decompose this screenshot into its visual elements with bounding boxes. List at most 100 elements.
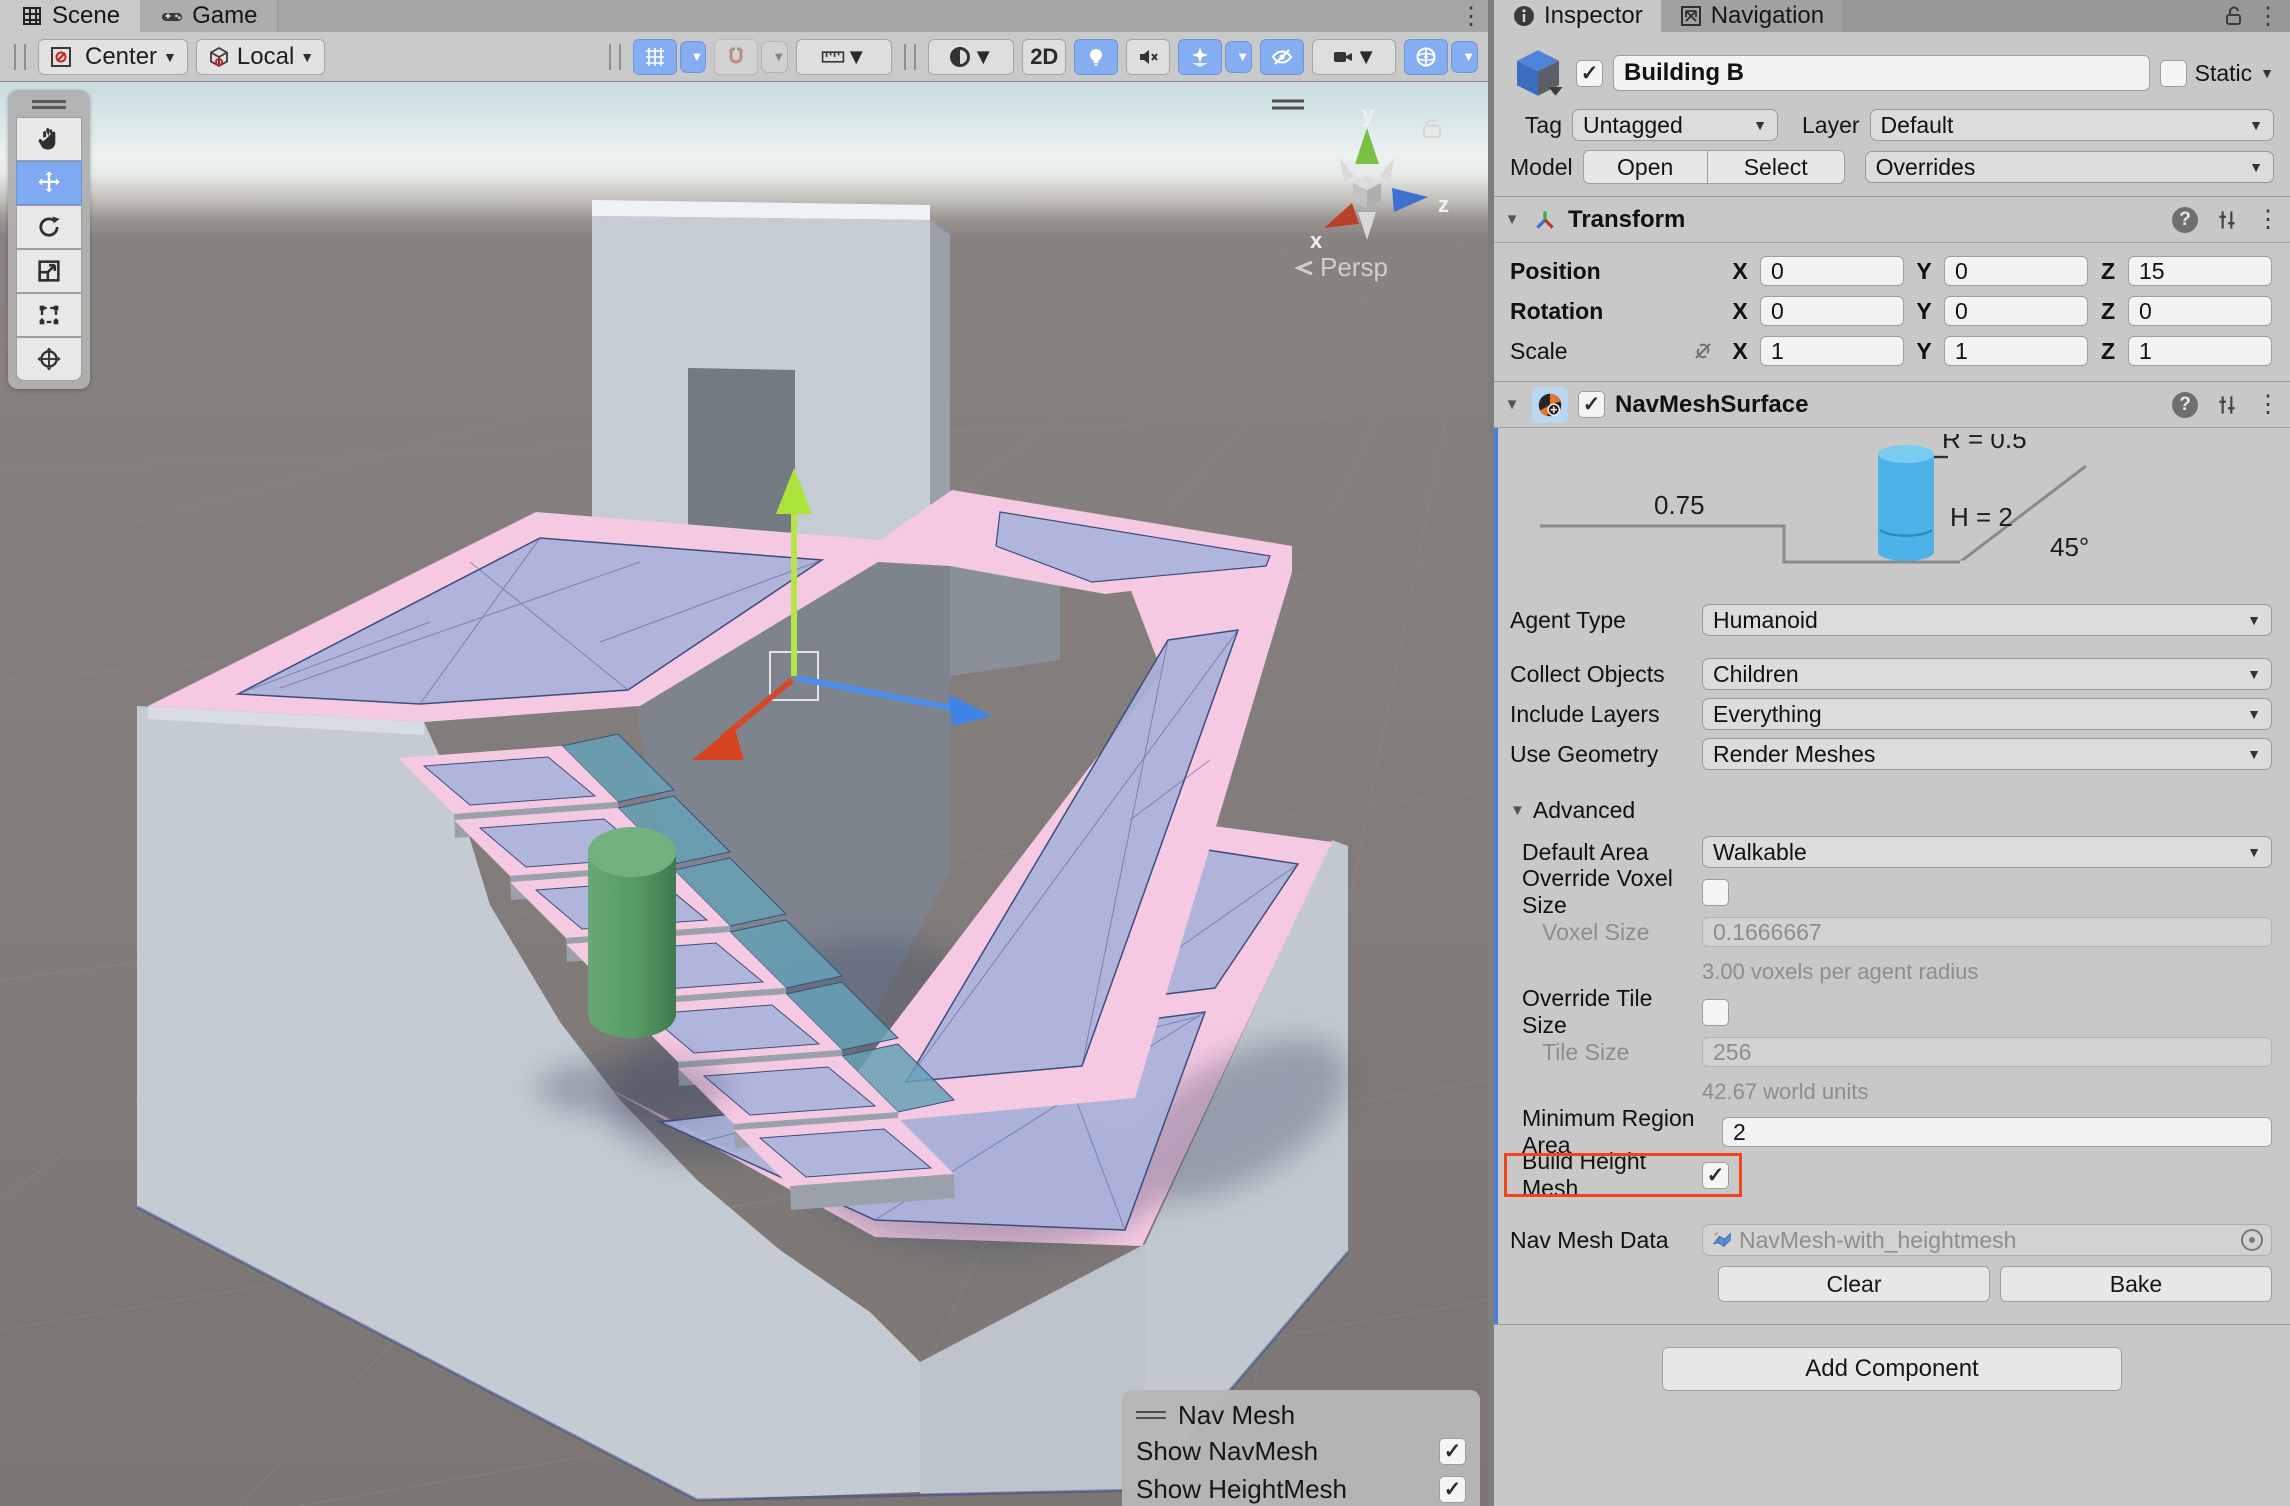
draw-mode-button[interactable]: ▼	[928, 39, 1014, 75]
navigation-icon	[1679, 4, 1703, 28]
gameobject-name-field[interactable]: Building B	[1613, 55, 2150, 91]
voxel-size-row: Voxel Size 0.1666667	[1494, 912, 2290, 952]
audio-muted-icon	[1136, 45, 1160, 69]
presets-icon[interactable]	[2214, 392, 2240, 418]
advanced-label: Advanced	[1533, 797, 1635, 824]
move-icon	[35, 169, 63, 197]
voxel-helper-text: 3.00 voxels per agent radius	[1702, 959, 1978, 985]
inspector-menu-icon[interactable]: ⋮	[2256, 2, 2280, 31]
min-region-field[interactable]: 2	[1722, 1117, 2272, 1147]
chevron-down-icon: ▼	[972, 44, 994, 70]
component-menu-icon[interactable]: ⋮	[2256, 205, 2280, 234]
advanced-foldout[interactable]: ▼ Advanced	[1494, 788, 2290, 832]
diagram-radius-label: R = 0.5	[1942, 434, 2027, 454]
rotation-x-field[interactable]: 0	[1760, 296, 1904, 326]
rotation-y-field[interactable]: 0	[1944, 296, 2088, 326]
audio-toggle-button[interactable]	[1126, 39, 1170, 75]
scene-viewport[interactable]: y z x Persp	[0, 82, 1488, 1506]
tile-size-label: Tile Size	[1542, 1039, 1702, 1066]
tab-game[interactable]: Game	[140, 0, 278, 32]
tab-scene-label: Scene	[52, 2, 120, 30]
rect-tool[interactable]	[16, 293, 82, 337]
tab-inspector[interactable]: Inspector	[1494, 0, 1661, 32]
tools-overlay-handle[interactable]	[32, 100, 66, 109]
object-picker-icon[interactable]	[2241, 1229, 2263, 1251]
help-icon[interactable]: ?	[2172, 392, 2198, 418]
agent-type-dropdown[interactable]: Humanoid▼	[1702, 604, 2272, 636]
foldout-icon[interactable]: ▼	[1502, 211, 1522, 228]
scale-z-field[interactable]: 1	[2128, 336, 2272, 366]
snap-button[interactable]	[714, 39, 758, 75]
prefab-icon[interactable]	[1510, 45, 1566, 101]
snap-increment-button[interactable]: ▼	[796, 39, 892, 75]
position-z-field[interactable]: 15	[2128, 256, 2272, 286]
static-checkbox[interactable]	[2160, 60, 2187, 87]
axis-x: X	[1728, 258, 1752, 285]
transform-tool[interactable]	[16, 337, 82, 381]
gizmos-options-dropdown[interactable]: ▼	[1451, 41, 1478, 73]
2d-toggle-button[interactable]: 2D	[1022, 39, 1066, 75]
view-hand-tool[interactable]	[16, 117, 82, 161]
tile-size-field: 256	[1702, 1037, 2272, 1067]
snap-options-dropdown[interactable]: ▼	[761, 41, 788, 73]
pivot-icon	[49, 45, 73, 69]
overrides-dropdown[interactable]: Overrides▼	[1865, 151, 2274, 183]
transform-header[interactable]: ▼ Transform ? ⋮	[1494, 197, 2290, 243]
toolbar-drag-handle[interactable]	[609, 44, 621, 70]
toolbar-drag-handle[interactable]	[904, 44, 916, 70]
gameobject-active-checkbox[interactable]: ✓	[1576, 60, 1603, 87]
default-area-dropdown[interactable]: Walkable▼	[1702, 836, 2272, 868]
scene-visibility-button[interactable]	[1260, 39, 1304, 75]
scale-x-field[interactable]: 1	[1760, 336, 1904, 366]
model-open-button[interactable]: Open	[1583, 150, 1707, 184]
effects-options-dropdown[interactable]: ▼	[1225, 41, 1252, 73]
component-menu-icon[interactable]: ⋮	[2256, 390, 2280, 419]
navmesh-overlay-handle[interactable]	[1136, 1411, 1166, 1419]
move-tool[interactable]	[16, 161, 82, 205]
orientation-button[interactable]: Local ▼	[196, 39, 325, 75]
link-broken-icon[interactable]	[1691, 339, 1715, 363]
toolbar-drag-handle[interactable]	[14, 44, 26, 70]
nav-mesh-data-field[interactable]: NavMesh-with_heightmesh	[1702, 1224, 2272, 1256]
bake-button[interactable]: Bake	[2000, 1266, 2272, 1302]
pivot-mode-button[interactable]: Center ▼	[38, 39, 188, 75]
tag-dropdown[interactable]: Untagged▼	[1572, 109, 1778, 141]
clear-button[interactable]: Clear	[1718, 1266, 1990, 1302]
tab-scene[interactable]: Scene	[0, 0, 140, 32]
local-cube-icon	[207, 45, 231, 69]
gizmos-toggle-button[interactable]	[1404, 39, 1448, 75]
position-x-field[interactable]: 0	[1760, 256, 1904, 286]
show-navmesh-checkbox[interactable]: ✓	[1439, 1438, 1466, 1465]
lock-icon[interactable]	[2222, 4, 2246, 28]
grid-visibility-button[interactable]	[633, 39, 677, 75]
help-icon[interactable]: ?	[2172, 207, 2198, 233]
position-y-field[interactable]: 0	[1944, 256, 2088, 286]
tab-navigation[interactable]: Navigation	[1661, 0, 1842, 32]
effects-toggle-button[interactable]	[1178, 39, 1222, 75]
static-dropdown-icon[interactable]: ▼	[2260, 65, 2274, 81]
show-navmesh-row: Show NavMesh ✓	[1136, 1432, 1466, 1470]
collect-objects-row: Collect Objects Children▼	[1494, 654, 2290, 694]
rotate-tool[interactable]	[16, 205, 82, 249]
use-geometry-dropdown[interactable]: Render Meshes▼	[1702, 738, 2272, 770]
show-heightmesh-checkbox[interactable]: ✓	[1439, 1476, 1466, 1503]
navmeshsurface-enabled-checkbox[interactable]: ✓	[1578, 391, 1605, 418]
scene-tab-menu-icon[interactable]: ⋮	[1454, 0, 1488, 32]
rotation-z-field[interactable]: 0	[2128, 296, 2272, 326]
override-voxel-checkbox[interactable]	[1702, 879, 1729, 906]
collect-objects-dropdown[interactable]: Children▼	[1702, 658, 2272, 690]
camera-options-button[interactable]: ▼	[1312, 39, 1396, 75]
axis-z: Z	[2096, 338, 2120, 365]
navmeshsurface-header[interactable]: ▼ ✓ NavMeshSurface ? ⋮	[1494, 382, 2290, 428]
add-component-button[interactable]: Add Component	[1662, 1347, 2122, 1391]
scale-y-field[interactable]: 1	[1944, 336, 2088, 366]
foldout-icon[interactable]: ▼	[1502, 396, 1522, 413]
include-layers-dropdown[interactable]: Everything▼	[1702, 698, 2272, 730]
scale-tool[interactable]	[16, 249, 82, 293]
lighting-toggle-button[interactable]	[1074, 39, 1118, 75]
override-tile-checkbox[interactable]	[1702, 999, 1729, 1026]
presets-icon[interactable]	[2214, 207, 2240, 233]
layer-dropdown[interactable]: Default▼	[1870, 109, 2274, 141]
model-select-button[interactable]: Select	[1707, 150, 1845, 184]
grid-options-dropdown[interactable]: ▼	[680, 41, 707, 73]
